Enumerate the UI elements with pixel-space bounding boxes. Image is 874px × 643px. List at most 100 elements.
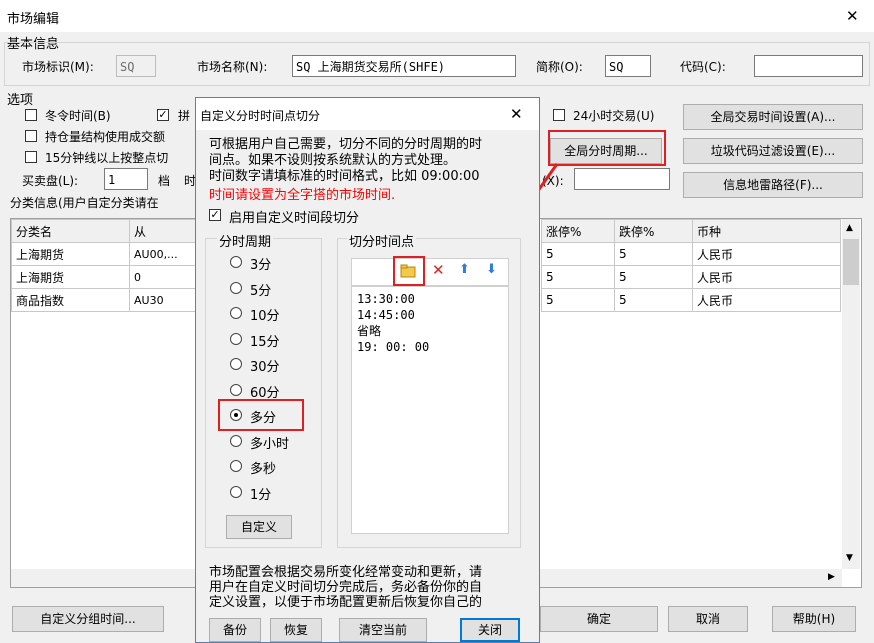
folder-add-highlight xyxy=(393,256,425,286)
pin-label: 拼 xyxy=(178,109,191,123)
ok-button[interactable]: 确定 xyxy=(540,606,658,632)
cell: 5 xyxy=(614,265,693,289)
cell: 人民币 xyxy=(692,288,841,312)
move-up-icon[interactable]: ⬆ xyxy=(459,262,470,277)
table-row[interactable]: 商品指数 AU30 xyxy=(11,288,198,312)
hours24-label: 24小时交易(U) xyxy=(573,109,655,123)
cell: 5 xyxy=(541,242,615,266)
dialog-title-bar: 自定义分时时间点切分 ✕ xyxy=(196,98,539,130)
period-radio[interactable] xyxy=(230,281,242,294)
window-title: 市场编辑 xyxy=(7,12,60,27)
enable-custom-label: 启用自定义时间段切分 xyxy=(229,211,360,226)
cancel-button[interactable]: 取消 xyxy=(668,606,748,632)
dang-label: 档 xyxy=(158,174,171,188)
cell: 上海期货 xyxy=(11,242,130,266)
scroll-down-icon[interactable]: ▼ xyxy=(846,553,853,563)
cell: AU30 xyxy=(129,288,198,312)
pin-checkbox[interactable]: ✓ xyxy=(157,109,169,121)
scroll-right-icon[interactable]: ▶ xyxy=(828,572,835,582)
points-list[interactable]: 13:30:00 14:45:00 省略 19: 00: 00 xyxy=(351,286,509,534)
custom-group-time-button[interactable]: 自定义分组时间... xyxy=(12,606,164,632)
period-radio-label: 1分 xyxy=(250,487,272,503)
period-radio[interactable] xyxy=(230,460,242,472)
scroll-up-icon[interactable]: ▲ xyxy=(846,223,853,233)
code-field[interactable] xyxy=(754,55,863,77)
period-radio-label: 30分 xyxy=(250,360,280,375)
period-radio-label: 15分 xyxy=(250,334,280,350)
cell: 上海期货 xyxy=(11,265,130,289)
table-row[interactable]: 5 5 人民币 xyxy=(541,242,841,266)
winter-time-label: 冬令时间(B) xyxy=(45,109,111,123)
cell: AU00,... xyxy=(129,242,198,266)
global-trade-time-button[interactable]: 全局交易时间设置(A)... xyxy=(683,104,863,130)
period-radio-label: 5分 xyxy=(250,283,272,299)
period-radio-label: 多小时 xyxy=(250,436,290,452)
dialog-warning: 时间请设置为全字搭的市场时间. xyxy=(209,188,396,203)
restore-button[interactable]: 恢复 xyxy=(270,618,322,642)
market-name-field[interactable]: SQ 上海期货交易所(SHFE) xyxy=(292,55,516,77)
cell: 人民币 xyxy=(692,265,841,289)
cell: 商品指数 xyxy=(11,288,130,312)
dialog-desc-3: 时间数字请填标准的时间格式，比如 09:00:00 xyxy=(209,169,480,184)
options-label: 选项 xyxy=(7,93,34,108)
winter-time-checkbox[interactable] xyxy=(25,109,37,121)
split-dialog: 自定义分时时间点切分 ✕ 可根据用户自己需要，切分不同的分时周期的时 间点。如果… xyxy=(195,97,540,643)
period-radio[interactable] xyxy=(230,485,242,498)
period-radio-label: 3分 xyxy=(250,258,272,273)
cell: 5 xyxy=(541,265,615,289)
help-button[interactable]: 帮助(H) xyxy=(772,606,856,632)
dialog-title: 自定义分时时间点切分 xyxy=(200,109,321,123)
period-radio[interactable] xyxy=(230,256,242,268)
table-row[interactable]: 上海期货 0 xyxy=(11,265,198,289)
dialog-note-3: 定义设置，以便于市场配置更新后恢复你自己的 xyxy=(209,595,483,610)
enable-custom-checkbox[interactable]: ✓ xyxy=(209,209,221,221)
title-bar: 市场编辑 ✕ xyxy=(0,0,874,32)
selected-period-highlight xyxy=(218,399,304,431)
cell: 5 xyxy=(614,242,693,266)
period-radio[interactable] xyxy=(230,434,242,447)
buy-sell-field[interactable]: 1 xyxy=(104,168,148,190)
table-row[interactable]: 5 5 人民币 xyxy=(541,265,841,289)
list-item[interactable]: 14:45:00 xyxy=(357,307,503,323)
fifteen-min-checkbox[interactable] xyxy=(25,151,37,163)
table-row[interactable]: 上海期货 AU00,... xyxy=(11,242,198,266)
x-field[interactable] xyxy=(574,168,670,190)
period-radio[interactable] xyxy=(230,332,242,345)
col-header-down-limit[interactable]: 跌停% xyxy=(614,219,693,243)
market-id-field: SQ xyxy=(116,55,156,77)
backup-button[interactable]: 备份 xyxy=(209,618,261,642)
clear-current-button[interactable]: 清空当前 xyxy=(339,618,427,642)
list-item[interactable]: 19: 00: 00 xyxy=(357,339,503,355)
category-table-right: 涨停% 跌停% 币种 5 5 人民币 5 5 人民币 5 5 人民币 xyxy=(541,219,841,312)
period-radio[interactable] xyxy=(230,358,242,370)
period-radio-label: 多秒 xyxy=(250,462,277,477)
buy-sell-label: 买卖盘(L): xyxy=(22,174,79,188)
code-label: 代码(C): xyxy=(680,60,726,74)
list-item[interactable]: 13:30:00 xyxy=(357,291,503,307)
category-label: 分类信息(用户自定分类请在 xyxy=(10,196,159,210)
col-header-name[interactable]: 分类名 xyxy=(11,219,130,243)
dialog-close-icon[interactable]: ✕ xyxy=(510,105,523,123)
col-header-from[interactable]: 从 xyxy=(129,219,198,243)
vertical-scrollbar[interactable]: ▲ ▼ xyxy=(842,219,860,569)
cell: 5 xyxy=(541,288,615,312)
period-radio[interactable] xyxy=(230,383,242,396)
junk-filter-button[interactable]: 垃圾代码过滤设置(E)... xyxy=(683,138,863,164)
info-path-button[interactable]: 信息地雷路径(F)... xyxy=(683,172,863,198)
custom-button[interactable]: 自定义 xyxy=(226,515,292,539)
close-button[interactable]: 关闭 xyxy=(460,618,520,642)
position-structure-checkbox[interactable] xyxy=(25,130,37,142)
period-radio[interactable] xyxy=(230,307,242,319)
short-name-field[interactable]: SQ xyxy=(605,55,651,77)
category-table-left: 分类名从 上海期货 AU00,... 上海期货 0 商品指数 AU30 xyxy=(11,219,198,312)
hours24-checkbox[interactable] xyxy=(553,109,565,121)
table-row[interactable]: 5 5 人民币 xyxy=(541,288,841,312)
scroll-thumb[interactable] xyxy=(843,239,859,285)
col-header-currency[interactable]: 币种 xyxy=(692,219,841,243)
delete-icon[interactable]: ✕ xyxy=(432,261,445,279)
points-group-label: 切分时间点 xyxy=(347,231,417,250)
close-icon[interactable]: ✕ xyxy=(846,7,859,25)
col-header-up-limit[interactable]: 涨停% xyxy=(541,219,615,243)
list-item[interactable]: 省略 xyxy=(357,323,503,339)
move-down-icon[interactable]: ⬇ xyxy=(486,262,497,277)
